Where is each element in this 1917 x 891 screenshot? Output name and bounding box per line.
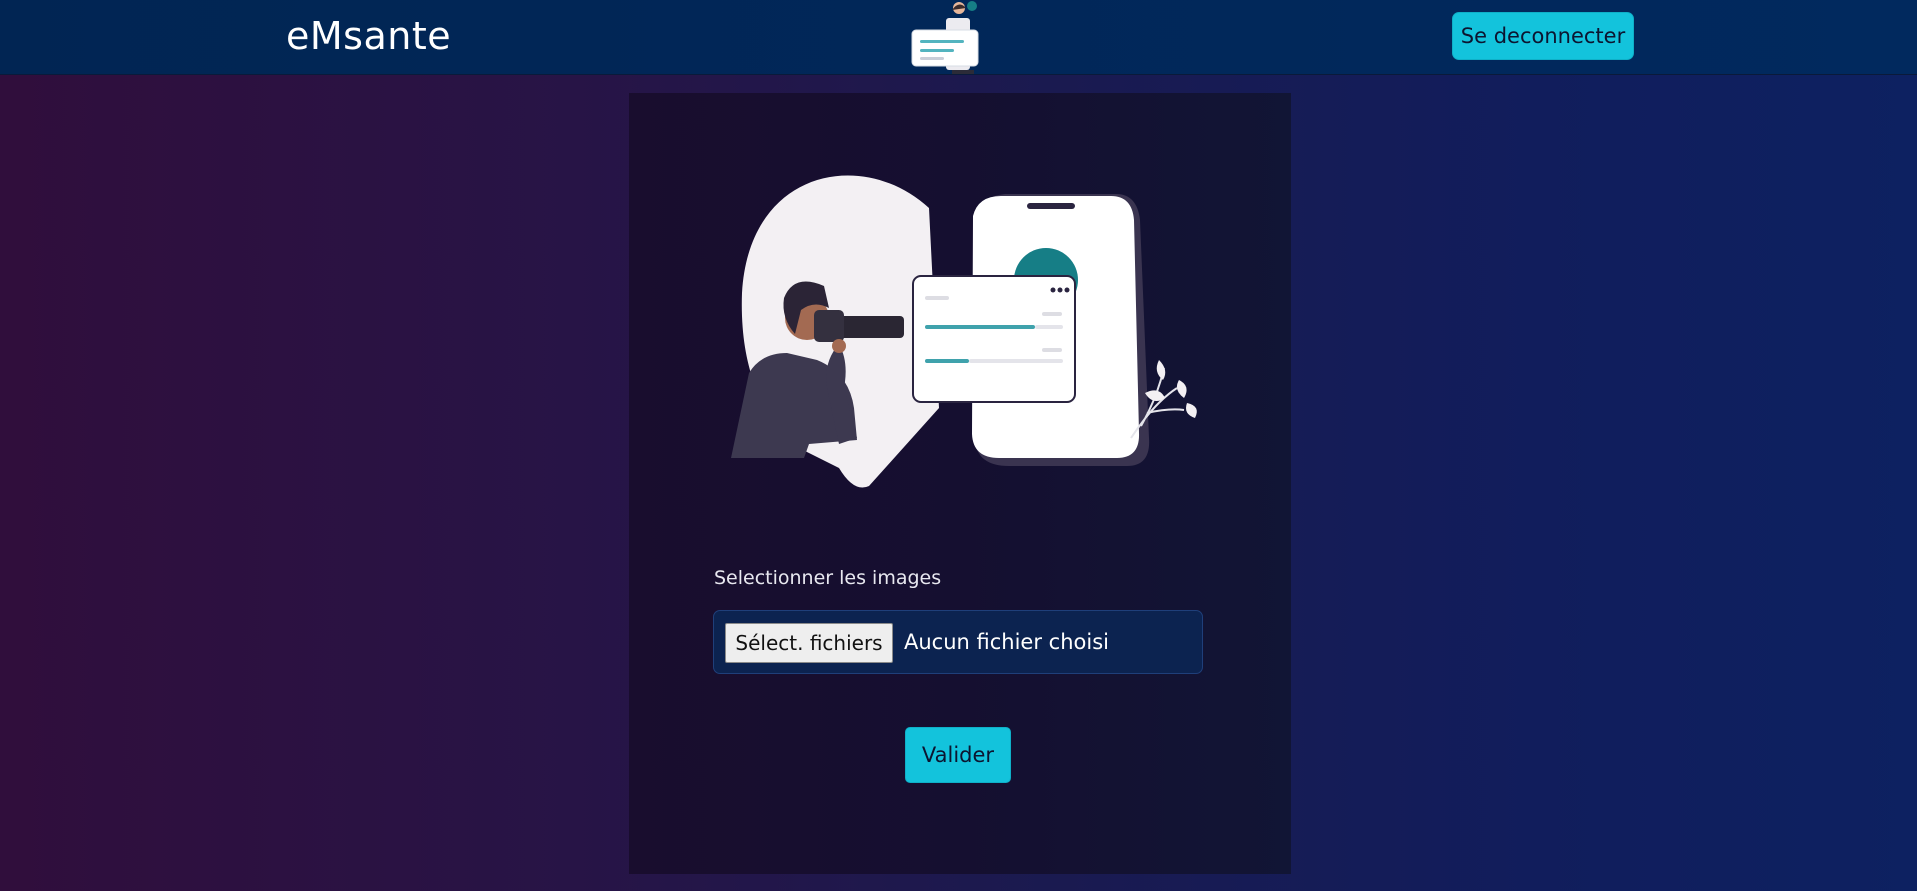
upload-card: Selectionner les images Sélect. fichiers…	[629, 93, 1291, 874]
file-status-text: Aucun fichier choisi	[904, 630, 1109, 654]
upload-label: Selectionner les images	[714, 567, 942, 589]
submit-button[interactable]: Valider	[905, 727, 1011, 783]
document-checklist-icon	[911, 1, 979, 74]
brand-title[interactable]: eMsante	[286, 14, 451, 58]
file-input[interactable]: Sélect. fichiers Aucun fichier choisi	[713, 610, 1203, 674]
select-files-button[interactable]: Sélect. fichiers	[725, 623, 893, 663]
photographer-illustration-icon	[731, 175, 1197, 488]
logout-button[interactable]: Se deconnecter	[1452, 12, 1634, 60]
top-navbar: eMsante Se deconnecter	[0, 0, 1917, 75]
